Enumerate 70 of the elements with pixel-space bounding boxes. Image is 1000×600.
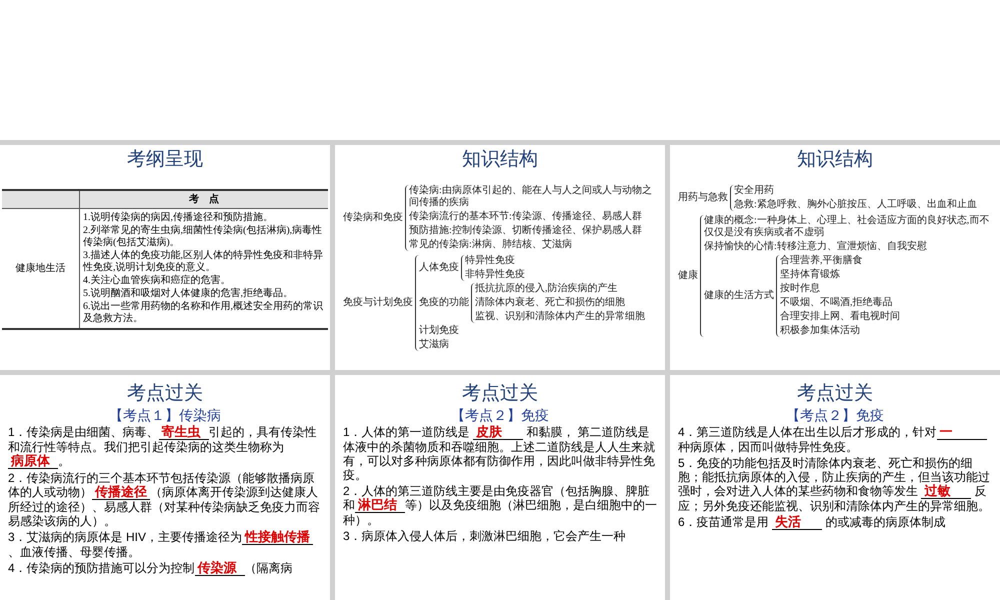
tree-label: 清除体内衰老、死亡和损伤的细胞 [475, 297, 626, 309]
paragraph: 6．疫苗通常是用 失活 的或减毒的病原体制成 [678, 515, 946, 530]
paragraph: 3．艾滋病的病原体是 HIV，主要传播途径为 性接触传播 、血液传播、母婴传播。 [8, 530, 322, 559]
slide[interactable] [0, 375, 330, 600]
section-heading: 【考点２】免疫 [451, 407, 549, 423]
tree-label: 健康 [678, 270, 698, 282]
tree-label: 传染病流行的基本环节:传染源、传播途径、易感人群 [409, 211, 643, 223]
list-item: 2.列举常见的寄生虫病,细菌性传染病(包括淋病),病毒性传染病(包括艾滋病)。 [83, 225, 324, 249]
table-cell: 健康地生活 [2, 209, 80, 328]
fill-in-line: 淋巴结 [355, 498, 405, 513]
fill-in-line: 病原体 [8, 454, 58, 469]
slide-title: 考点过关 [797, 383, 873, 405]
tree-label: 按时作息 [780, 283, 821, 295]
paragraph: 4．传染病的预防措施可以分为控制 传染源 （隔离病 [8, 561, 294, 576]
slide-title: 考点过关 [127, 383, 203, 405]
tree-label: 预防措施:控制传染源、切断传播途径、保护易感人群 [409, 225, 643, 237]
tree-label: 非特异性免疫 [465, 269, 525, 281]
fill-in-line: 性接触传播 [242, 530, 314, 545]
tree-label: 免疫的功能 [419, 297, 469, 309]
tree-label: 健康的生活方式 [704, 290, 774, 302]
list-item: 4.关注心血管疾病和癌症的危害。 [83, 275, 232, 287]
paragraph: 1．传染病是由细菌、病毒、 寄生虫 引起的，具有传染性和流行性等特点。我们把引起传染病的这类生物称为 病原体 。 [8, 425, 318, 469]
slide[interactable] [335, 145, 665, 370]
slide-title: 知识结构 [462, 149, 538, 171]
paragraph: 2．传染病流行的三个基本环节包括传染源（能够散播病原体的人或动物） 传播途径 （病原体离开传染源到达健康人所经过的途径）、易感人群（对某种传染病缺乏免疫力而容易感染该病的人）。 [8, 471, 321, 528]
tree-label: 监视、识别和清除体内产生的异常细胞 [475, 311, 645, 323]
tree-label: 用药与急救 [678, 192, 728, 204]
paragraph: 3．病原体入侵人体后，刺激淋巴细胞，它会产生一种 [343, 529, 627, 543]
list-item: 1.说明传染病的病因,传播途径和预防措施。 [83, 212, 274, 224]
tree-label: 抵抗抗原的侵入,防治疾病的产生 [475, 283, 618, 295]
tree-label: 传染病和免疫 [343, 212, 403, 224]
paragraph: 1．人体的第一道防线是 皮肤 和黏膜， 第二道防线是体液中的杀菌物质和吞噬细胞。上述二道防线是人人生来就有，可以对多种病原体都有防御作用，因此叫做非特异性免疫。 [343, 425, 656, 482]
tree-label: 常见的传染病:淋病、肺结核、艾滋病 [409, 239, 573, 251]
slide[interactable]: 考纲呈现 考 点 健康地生活 1.说明传染病的病因,传播途径和预防措施。 2.列举常见的寄生虫病,细菌性传染病(包括淋病),病毒性传染病(包括艾滋病)。 3.描述人体的免疫功能,区别人体的特异性免疫和非特异性免疫,说明计划免疫的意义。 4.关注心血管疾病和癌症的危害。 5.说明酗酒和吸烟对人体健康的危害,拒绝毒品。 6.说出一些常用药物的名称和作用,概述安全用药的常识及急救方法。 [0, 145, 330, 370]
tree-label: 人体免疫 [419, 262, 459, 274]
tree-label: 坚持体育锻炼 [780, 269, 841, 281]
slide[interactable]: 考点过关 【考点２】免疫 4．第三道防线是人体在出生以后才形成的，针对 一 种病原体，因而叫做特异性免疫。 5．免疫的功能包括及时清除体内衰老、死亡和损伤的细胞；能抵抗病原体的入侵，防止疾病的产生，但当该功能过强时，会对进入人体的某些药物和食物等发生 过敏 反应；另外免疫还能监视、识别和清除体内产生的异常细胞。 6．疫苗通常是用 失活 的或减毒的病原体制成 [670, 375, 1000, 600]
slide-title: 知识结构 [797, 149, 873, 171]
table-header: 考 点 [80, 191, 328, 209]
tree-label: 合理安排上网、看电视时间 [780, 311, 900, 323]
tree-label: 健康的概念:一种身体上、心理上、社会适应方面的良好状态,而不仅仅是没有疾病或者不虚弱 [704, 215, 990, 239]
tree-label: 合理营养,平衡膳食 [780, 255, 864, 267]
slide-title: 考纲呈现 [127, 149, 203, 171]
paragraph: 2．人体的第三道防线主要是由免疫器官（包括胸腺、脾脏和 淋巴结 等）以及免疫细胞（淋巴细胞，是白细胞中的一种）。 [343, 484, 657, 527]
tree-label: 积极参加集体活动 [780, 325, 861, 337]
fill-in-line: 失活 [772, 515, 822, 530]
tree-label: 保持愉快的心情:转移注意力、宣泄烦恼、自我安慰 [704, 241, 928, 253]
list-item: 6.说出一些常用药物的名称和作用,概述安全用药的常识及急救方法。 [83, 301, 324, 325]
slide-title: 考点过关 [462, 383, 538, 405]
tree-label: 安全用药 [734, 185, 775, 197]
tree-label: 特异性免疫 [465, 255, 516, 267]
paragraph: 4．第三道防线是人体在出生以后才形成的，针对 一 种病原体，因而叫做特异性免疫。 [678, 425, 992, 454]
list-item: 5.说明酗酒和吸烟对人体健康的危害,拒绝毒品。 [83, 288, 294, 300]
list-item: 3.描述人体的免疫功能,区别人体的特异性免疫和非特异性免疫,说明计划免疫的意义。 [83, 250, 324, 274]
fill-in-line: 过敏 [921, 484, 972, 499]
fill-in-line: 传染源 [194, 561, 245, 576]
fill-in-line: 一 [936, 425, 987, 440]
fill-in-line: 皮肤 [473, 425, 524, 440]
tree-label: 不吸烟、不喝酒,拒绝毒品 [780, 297, 894, 309]
section-heading: 【考点１】传染病 [109, 407, 221, 423]
tree-label: 免疫与计划免疫 [343, 297, 413, 309]
paragraph: 5．免疫的功能包括及时清除体内衰老、死亡和损伤的细胞；能抵抗病原体的入侵，防止疾病的产生，但当该功能过强时，会对进入人体的某些药物和食物等发生 过敏 反应；另外免疫还能监视、识别和清除体内产生的异常细胞。 [678, 456, 991, 513]
tree-label: 艾滋病 [419, 339, 450, 351]
slide[interactable]: 考点过关 【考点２】免疫 1．人体的第一道防线是 皮肤 和黏膜， 第二道防线是体液中的杀菌物质和吞噬细胞。上述二道防线是人人生来就有，可以对多种病原体都有防御作用，因此叫做非特异性免疫。 2．人体的第三道防线主要是由免疫器官（包括胸腺、脾脏和 淋巴结 等）以及免疫细胞（淋巴细胞，是白细胞中的一种）。 3．病原体入侵人体后，刺激淋巴细胞，它会产生一种 [335, 375, 665, 600]
fill-in-line: 寄生虫 [158, 425, 209, 440]
tree-label: 计划免疫 [419, 325, 460, 337]
section-heading: 【考点２】免疫 [786, 407, 884, 423]
tree-label: 急救:紧急呼救、胸外心脏按压、人工呼吸、出血和止血 [734, 199, 977, 211]
tree-label: 传染病:由病原体引起的、能在人与人之间或人与动物之间传播的疾病 [409, 185, 653, 209]
fill-in-line: 传播途径 [92, 485, 150, 500]
